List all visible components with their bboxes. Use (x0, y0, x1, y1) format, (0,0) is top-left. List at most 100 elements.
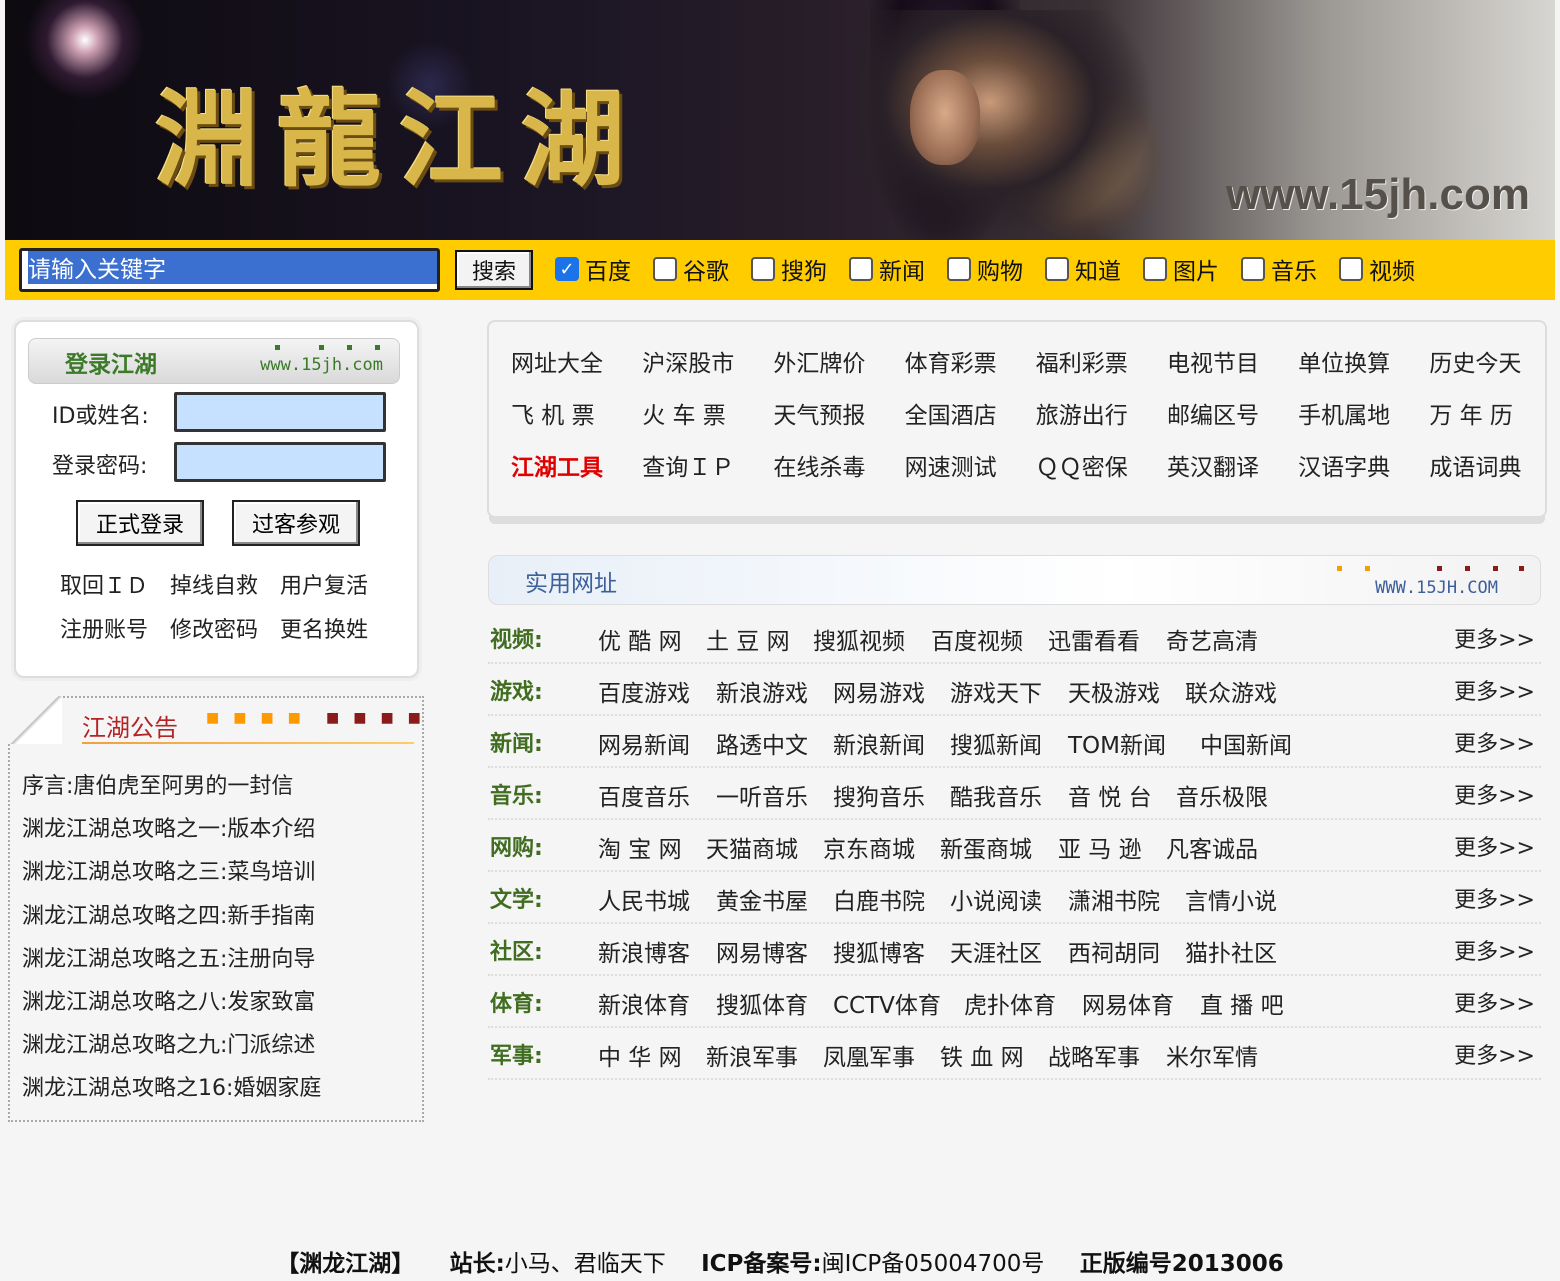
site-link[interactable]: 战略军事 (1048, 1038, 1140, 1072)
engine-option-images[interactable]: 图片 (1143, 252, 1219, 286)
site-link[interactable]: 新浪体育 (598, 986, 690, 1020)
site-link[interactable]: 新浪军事 (706, 1038, 798, 1072)
checkbox-icon[interactable] (1241, 257, 1265, 281)
site-link[interactable]: 人民书城 (598, 882, 690, 916)
engine-option-sogou[interactable]: 搜狗 (751, 252, 827, 286)
tool-link[interactable]: 在线杀毒 (773, 448, 904, 500)
site-link[interactable]: 京东商城 (823, 830, 915, 864)
site-link[interactable]: 网易博客 (716, 934, 808, 968)
login-button[interactable]: 正式登录 (76, 500, 204, 546)
revive-user-link[interactable]: 用户复活 (280, 568, 368, 600)
password-input[interactable] (174, 442, 386, 482)
site-link[interactable]: 搜狐博客 (833, 934, 925, 968)
site-link[interactable]: 天猫商城 (706, 830, 798, 864)
tool-link[interactable]: 单位换算 (1298, 344, 1429, 396)
site-link[interactable]: 新蛋商城 (940, 830, 1032, 864)
tool-link[interactable]: 网址大全 (511, 344, 642, 396)
site-link[interactable]: 米尔军情 (1166, 1038, 1258, 1072)
recover-id-link[interactable]: 取回ＩＤ (60, 568, 148, 600)
site-link[interactable]: 酷我音乐 (950, 778, 1042, 812)
tool-link[interactable]: ＱＱ密保 (1036, 448, 1167, 500)
disconnect-rescue-link[interactable]: 掉线自救 (170, 568, 258, 600)
notice-item[interactable]: 渊龙江湖总攻略之九:门派综述 (22, 1027, 321, 1070)
more-link[interactable]: 更多>> (1454, 674, 1535, 706)
more-link[interactable]: 更多>> (1454, 934, 1535, 966)
register-link[interactable]: 注册账号 (60, 612, 148, 644)
site-link[interactable]: 亚 马 逊 (1058, 830, 1142, 864)
engine-option-news[interactable]: 新闻 (849, 252, 925, 286)
site-link[interactable]: 凡客诚品 (1166, 830, 1258, 864)
site-link[interactable]: 百度音乐 (598, 778, 690, 812)
site-link[interactable]: 土 豆 网 (706, 622, 790, 656)
more-link[interactable]: 更多>> (1454, 986, 1535, 1018)
site-link[interactable]: 游戏天下 (950, 674, 1042, 708)
site-link[interactable]: 小说阅读 (950, 882, 1042, 916)
notice-item[interactable]: 渊龙江湖总攻略之八:发家致富 (22, 984, 321, 1027)
tool-link[interactable]: 沪深股市 (642, 344, 773, 396)
site-link[interactable]: 新浪新闻 (833, 726, 925, 760)
guest-button[interactable]: 过客参观 (232, 500, 360, 546)
site-link[interactable]: 迅雷看看 (1048, 622, 1140, 656)
checkbox-icon[interactable] (1143, 257, 1167, 281)
tool-link[interactable]: 全国酒店 (905, 396, 1036, 448)
tool-link[interactable]: 手机属地 (1298, 396, 1429, 448)
site-link[interactable]: 音 悦 台 (1068, 778, 1152, 812)
checkbox-icon[interactable] (947, 257, 971, 281)
notice-item[interactable]: 渊龙江湖总攻略之五:注册向导 (22, 941, 321, 984)
site-link[interactable]: TOM新闻 (1068, 726, 1166, 760)
more-link[interactable]: 更多>> (1454, 830, 1535, 862)
notice-item[interactable]: 渊龙江湖总攻略之四:新手指南 (22, 898, 321, 941)
site-link[interactable]: 新浪博客 (598, 934, 690, 968)
site-link[interactable]: 铁 血 网 (940, 1038, 1024, 1072)
site-link[interactable]: 新浪游戏 (716, 674, 808, 708)
notice-item[interactable]: 渊龙江湖总攻略之三:菜鸟培训 (22, 854, 321, 897)
site-link[interactable]: 虎扑体育 (964, 986, 1056, 1020)
notice-item[interactable]: 序言:唐伯虎至阿男的一封信 (22, 768, 321, 811)
site-link[interactable]: 潇湘书院 (1068, 882, 1160, 916)
id-input[interactable] (174, 392, 386, 432)
tool-link[interactable]: 火 车 票 (642, 396, 773, 448)
tool-link[interactable]: 英汉翻译 (1167, 448, 1298, 500)
site-link[interactable]: 一听音乐 (716, 778, 808, 812)
site-link[interactable]: 音乐极限 (1176, 778, 1268, 812)
engine-option-shopping[interactable]: 购物 (947, 252, 1023, 286)
tool-link[interactable]: 旅游出行 (1036, 396, 1167, 448)
tool-link[interactable]: 飞 机 票 (511, 396, 642, 448)
checkbox-checked-icon[interactable]: ✓ (555, 257, 579, 281)
more-link[interactable]: 更多>> (1454, 726, 1535, 758)
tool-link[interactable]: 查询ＩＰ (642, 448, 773, 500)
site-link[interactable]: 直 播 吧 (1200, 986, 1284, 1020)
more-link[interactable]: 更多>> (1454, 778, 1535, 810)
engine-option-google[interactable]: 谷歌 (653, 252, 729, 286)
site-link[interactable]: 淘 宝 网 (598, 830, 682, 864)
site-link[interactable]: CCTV体育 (833, 986, 941, 1020)
site-link[interactable]: 搜狐视频 (813, 622, 905, 656)
tool-link[interactable]: 电视节目 (1167, 344, 1298, 396)
site-link[interactable]: 百度视频 (931, 622, 1023, 656)
tool-link-jianghu-tools[interactable]: 江湖工具 (511, 448, 642, 500)
tool-link[interactable]: 成语词典 (1429, 448, 1560, 500)
site-link[interactable]: 中 华 网 (598, 1038, 682, 1072)
change-password-link[interactable]: 修改密码 (170, 612, 258, 644)
notice-item[interactable]: 渊龙江湖总攻略之一:版本介绍 (22, 811, 321, 854)
checkbox-icon[interactable] (1045, 257, 1069, 281)
site-link[interactable]: 网易体育 (1082, 986, 1174, 1020)
site-link[interactable]: 路透中文 (716, 726, 808, 760)
checkbox-icon[interactable] (1339, 257, 1363, 281)
search-input[interactable] (19, 248, 440, 292)
site-link[interactable]: 奇艺高清 (1166, 622, 1258, 656)
tool-link[interactable]: 历史今天 (1429, 344, 1560, 396)
site-link[interactable]: 白鹿书院 (833, 882, 925, 916)
site-link[interactable]: 凤凰军事 (823, 1038, 915, 1072)
tool-link[interactable]: 邮编区号 (1167, 396, 1298, 448)
site-link[interactable]: 网易新闻 (598, 726, 690, 760)
rename-link[interactable]: 更名换姓 (280, 612, 368, 644)
site-link[interactable]: 猫扑社区 (1185, 934, 1277, 968)
checkbox-icon[interactable] (751, 257, 775, 281)
more-link[interactable]: 更多>> (1454, 1038, 1535, 1070)
tool-link[interactable]: 外汇牌价 (773, 344, 904, 396)
engine-option-baidu[interactable]: ✓ 百度 (555, 252, 631, 286)
site-link[interactable]: 优 酷 网 (598, 622, 682, 656)
engine-option-zhidao[interactable]: 知道 (1045, 252, 1121, 286)
notice-item[interactable]: 渊龙江湖总攻略之16:婚姻家庭 (22, 1070, 321, 1113)
